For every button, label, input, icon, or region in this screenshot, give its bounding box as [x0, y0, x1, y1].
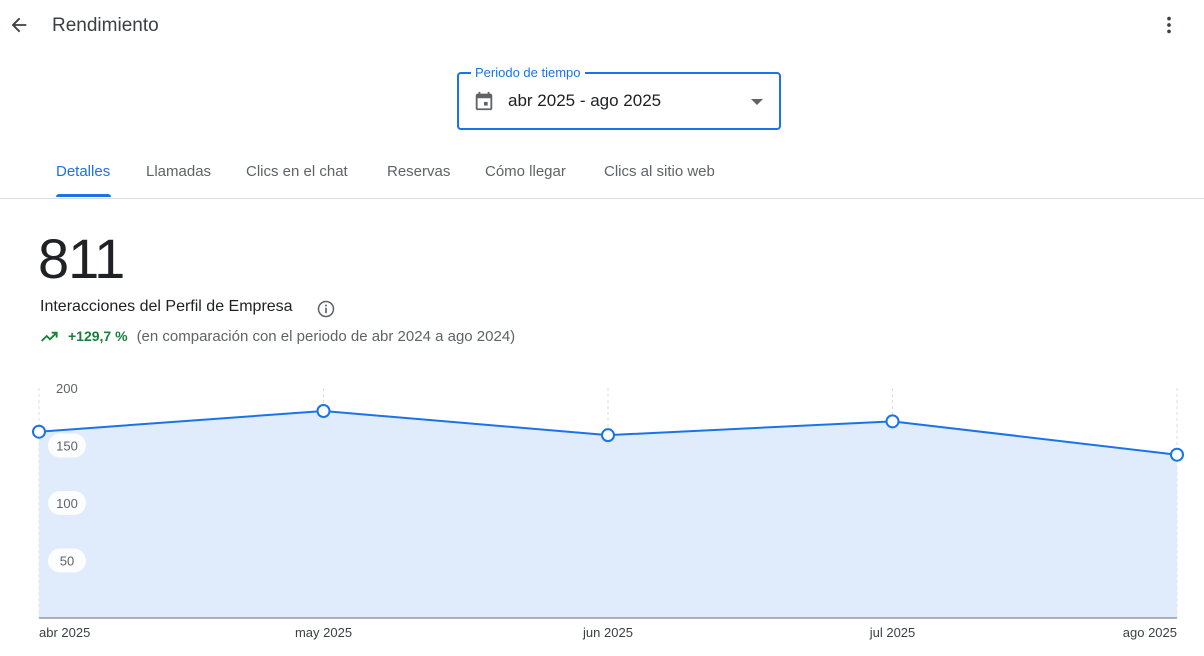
y-tick-label: 200: [56, 381, 78, 396]
dropdown-caret-icon: [751, 99, 763, 105]
y-tick-label: 100: [56, 496, 78, 511]
more-vert-icon: [1167, 16, 1171, 34]
info-icon[interactable]: [316, 299, 336, 319]
y-tick-label: 50: [60, 554, 74, 569]
data-point: [1170, 447, 1184, 462]
tab-clics-chat[interactable]: Clics en el chat: [246, 163, 348, 180]
x-tick-label: jul 2025: [869, 625, 916, 640]
interactions-chart: 200 150 100 50 abr 2025 may 2025 jun 2025 jul 2…: [32, 381, 1184, 640]
data-point: [316, 404, 331, 418]
total-interactions: 811: [38, 227, 125, 290]
x-tick-label: may 2025: [295, 625, 352, 640]
back-button[interactable]: [6, 12, 32, 38]
tab-reservas[interactable]: Reservas: [387, 163, 450, 180]
trend-comparison: (en comparación con el periodo de abr 20…: [136, 327, 516, 345]
y-tick-label: 150: [56, 439, 78, 454]
tab-llamadas[interactable]: Llamadas: [146, 163, 211, 180]
tab-clics-sitio-web[interactable]: Clics al sitio web: [604, 163, 715, 180]
active-tab-indicator: [56, 194, 111, 197]
metric-tabs: Detalles Llamadas Clics en el chat Reser…: [0, 150, 1204, 199]
trend-row: +129,7 % (en comparación con el periodo …: [40, 326, 515, 346]
page-title: Rendimiento: [52, 15, 159, 36]
data-point: [885, 414, 900, 429]
period-value: abr 2025 - ago 2025: [508, 91, 662, 110]
period-label: Periodo de tiempo: [471, 65, 585, 80]
x-tick-label: jun 2025: [582, 625, 633, 640]
app-header: Rendimiento: [0, 0, 1204, 52]
period-select[interactable]: Periodo de tiempo abr 2025 - ago 2025: [457, 65, 781, 130]
calendar-icon: [475, 91, 493, 111]
tab-detalles[interactable]: Detalles: [56, 163, 110, 180]
trending-up-icon: [41, 331, 58, 342]
x-tick-label: ago 2025: [1123, 625, 1177, 640]
data-point: [601, 428, 615, 443]
more-options-button[interactable]: [1156, 12, 1182, 38]
arrow-back-icon: [11, 17, 27, 33]
x-tick-label: abr 2025: [39, 625, 90, 640]
trend-change: +129,7 %: [68, 328, 128, 344]
data-point: [32, 424, 46, 439]
tab-como-llegar[interactable]: Cómo llegar: [485, 163, 566, 180]
metric-label: Interacciones del Perfil de Empresa: [40, 298, 293, 315]
